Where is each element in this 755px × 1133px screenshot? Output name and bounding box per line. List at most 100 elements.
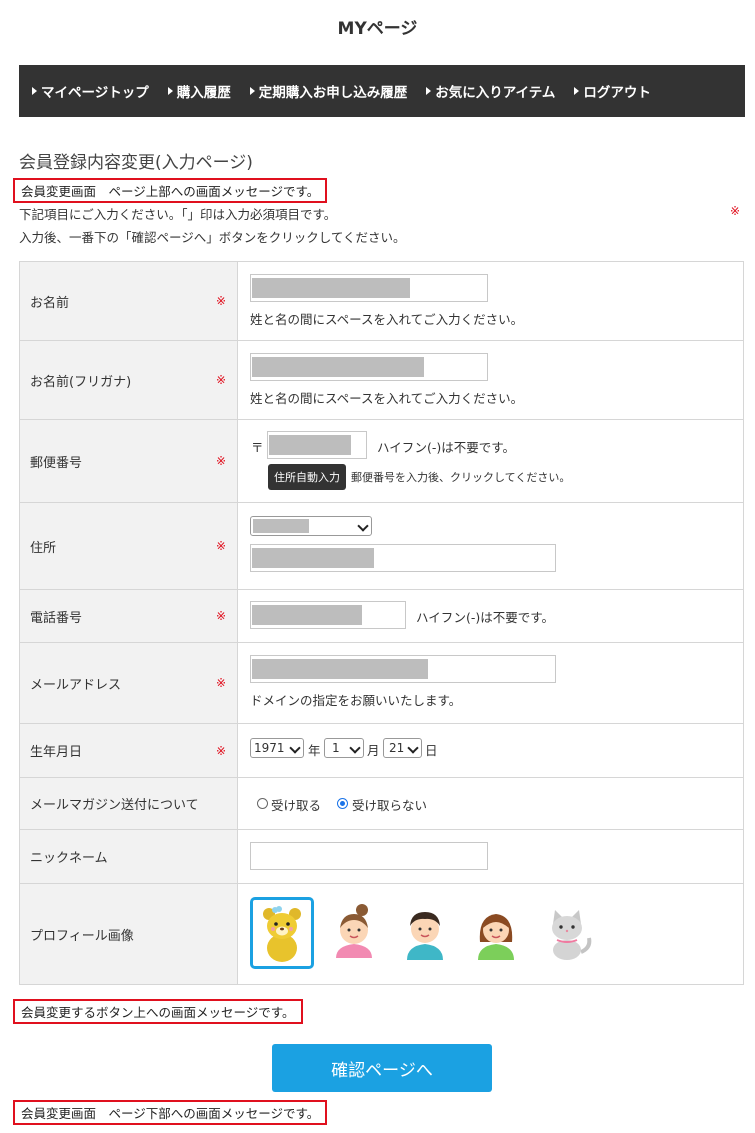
field-value (238, 884, 743, 984)
required-mark: ※ (216, 609, 227, 623)
chevron-down-icon (289, 742, 301, 754)
email-label: メールアドレス (30, 677, 122, 693)
zip-label: 郵便番号 (30, 455, 83, 471)
triangle-right-icon (32, 87, 37, 95)
name-label: お名前 (30, 295, 70, 311)
field-label: プロフィール画像 (20, 884, 238, 984)
nickname-label: ニックネーム (30, 851, 108, 866)
required-mark: ※ (730, 204, 741, 218)
avatar-girl[interactable] (322, 897, 386, 969)
autofill-note: 郵便番号を入力後、クリックしてください。 (351, 471, 571, 484)
phone-input[interactable] (250, 601, 406, 629)
girl-icon (336, 904, 372, 958)
form-row-profile-image: プロフィール画像 (19, 884, 744, 985)
email-input[interactable] (250, 655, 556, 683)
triangle-right-icon (574, 87, 580, 95)
field-label: 電話番号 ※ (20, 590, 238, 642)
top-message: 会員変更画面 ページ上部への画面メッセージです。 (13, 178, 328, 203)
boy-icon (407, 912, 443, 960)
nickname-input[interactable] (250, 842, 488, 870)
address-label: 住所 (30, 540, 57, 556)
address-input[interactable] (250, 544, 556, 572)
triangle-right-icon (426, 87, 432, 95)
name-note: 姓と名の間にスペースを入れてご入力ください。 (250, 312, 524, 327)
nav-item-label: 購入履歴 (176, 85, 231, 101)
zip-note: ハイフン(-)は不要です。 (377, 440, 516, 455)
confirm-button[interactable]: 確認ページへ (272, 1044, 492, 1092)
nav-item-favorites[interactable]: お気に入りアイテム (426, 81, 555, 101)
newsletter-label: メールマガジン送付について (30, 798, 199, 813)
triangle-right-icon (249, 87, 255, 95)
phone-label: 電話番号 (30, 610, 83, 626)
birth-year-value: 1971 (254, 741, 285, 755)
required-mark: ※ (216, 539, 227, 553)
chevron-down-icon (357, 520, 369, 532)
field-value: ハイフン(-)は不要です。 (238, 590, 743, 642)
intro-line-2: 入力後、一番下の「確認ページへ」ボタンをクリックしてください。 (19, 230, 406, 245)
nav-item-mypage-top[interactable]: マイページトップ (32, 81, 149, 101)
required-mark: ※ (216, 294, 227, 308)
field-label: 郵便番号 ※ (20, 420, 238, 502)
birth-day-select[interactable]: 21 (383, 738, 422, 758)
field-label: メールマガジン送付について (20, 778, 238, 829)
address-autofill-button[interactable]: 住所自動入力 (268, 464, 346, 490)
field-value: 姓と名の間にスペースを入れてご入力ください。 (238, 262, 743, 340)
newsletter-receive-radio[interactable] (257, 798, 268, 809)
prefecture-select[interactable] (250, 516, 372, 536)
cat-icon (552, 910, 592, 960)
above-button-message: 会員変更するボタン上への画面メッセージです。 (13, 999, 303, 1024)
zip-input[interactable] (267, 431, 367, 459)
form-row-name: お名前 ※ 姓と名の間にスペースを入れてご入力ください。 (19, 262, 744, 341)
month-unit: 月 (367, 743, 380, 758)
field-value (238, 830, 743, 883)
birth-day-value: 21 (389, 741, 405, 755)
nav-item-subscription-history[interactable]: 定期購入お申し込み履歴 (249, 81, 408, 101)
name-input[interactable] (250, 274, 488, 302)
postal-mark: 〒 (251, 440, 264, 455)
newsletter-decline-radio[interactable] (337, 798, 348, 809)
email-note: ドメインの指定をお願いいたします。 (250, 693, 462, 708)
birthday-label: 生年月日 (30, 745, 83, 760)
nav-item-label: ログアウト (583, 85, 651, 101)
field-value: ドメインの指定をお願いいたします。 (238, 643, 743, 723)
field-value: 受け取る 受け取らない (238, 778, 743, 829)
required-mark: ※ (216, 373, 227, 387)
chevron-down-icon (349, 742, 361, 754)
field-label: お名前(フリガナ) ※ (20, 341, 238, 419)
kana-input[interactable] (250, 353, 488, 381)
phone-note: ハイフン(-)は不要です。 (416, 610, 555, 625)
avatar-cat[interactable] (535, 897, 599, 969)
required-mark: ※ (216, 743, 227, 758)
bottom-message: 会員変更画面 ページ下部への画面メッセージです。 (13, 1100, 328, 1125)
birth-year-select[interactable]: 1971 (250, 738, 304, 758)
field-label: ニックネーム (20, 830, 238, 883)
avatar-bear[interactable] (250, 897, 314, 969)
profile-image-label: プロフィール画像 (30, 928, 134, 944)
required-mark: ※ (216, 454, 227, 468)
avatar-boy[interactable] (393, 897, 457, 969)
birth-month-select[interactable]: 1 (324, 738, 364, 758)
newsletter-receive-label[interactable]: 受け取る (271, 795, 321, 814)
form-row-kana: お名前(フリガナ) ※ 姓と名の間にスペースを入れてご入力ください。 (19, 341, 744, 420)
field-label: メールアドレス ※ (20, 643, 238, 723)
nav-item-logout[interactable]: ログアウト (574, 81, 651, 101)
triangle-right-icon (167, 87, 173, 95)
day-unit: 日 (425, 743, 438, 758)
intro-line-1: 下記項目にご入力ください。「」印は入力必須項目です。 (19, 207, 337, 222)
nav-item-label: お気に入りアイテム (435, 85, 556, 101)
field-label: お名前 ※ (20, 262, 238, 340)
navbar: マイページトップ 購入履歴 定期購入お申し込み履歴 お気に入りアイテム ログアウ… (19, 65, 745, 117)
field-value: 姓と名の間にスペースを入れてご入力ください。 (238, 341, 743, 419)
chevron-down-icon (407, 742, 419, 754)
avatar-woman[interactable] (464, 897, 528, 969)
section-title: 会員登録内容変更(入力ページ) (19, 153, 253, 173)
bear-icon (263, 906, 301, 962)
required-mark: ※ (216, 676, 227, 690)
nav-item-label: 定期購入お申し込み履歴 (258, 85, 408, 101)
newsletter-decline-label[interactable]: 受け取らない (352, 795, 427, 814)
kana-label: お名前(フリガナ) (30, 374, 132, 390)
field-value: 〒 ハイフン(-)は不要です。 住所自動入力 郵便番号を入力後、クリックしてくだ… (238, 420, 743, 502)
field-value: 1971 年 1 月 21 日 (238, 724, 743, 777)
woman-icon (478, 914, 514, 960)
nav-item-purchase-history[interactable]: 購入履歴 (167, 81, 231, 101)
